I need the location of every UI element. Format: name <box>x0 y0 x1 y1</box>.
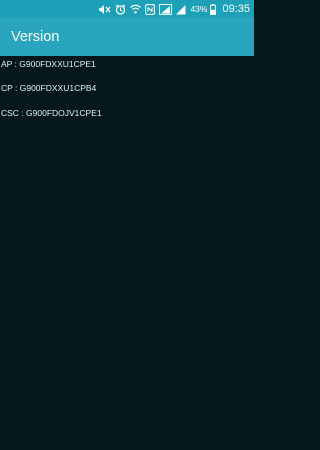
signal-icon <box>159 3 173 15</box>
nfc-icon <box>145 3 156 15</box>
cp-version: CP : G900FDXXU1CPB4 <box>1 83 97 93</box>
version-list: AP : G900FDXXU1CPE1 CP : G900FDXXU1CPB4 … <box>0 56 254 450</box>
battery-icon <box>210 3 217 15</box>
signal-icon <box>176 4 186 15</box>
status-bar: 43% 09:35 <box>0 0 254 18</box>
csc-version: CSC : G900FDOJV1CPE1 <box>1 108 102 118</box>
battery-percent: 43% <box>190 4 208 14</box>
wifi-icon <box>130 4 142 14</box>
status-icons: 43% 09:35 <box>98 0 250 18</box>
app-bar: Version <box>0 18 254 56</box>
page-title: Version <box>11 29 60 45</box>
alarm-icon <box>115 4 126 15</box>
clock: 09:35 <box>222 3 250 15</box>
mute-icon <box>98 4 111 15</box>
ap-version: AP : G900FDXXU1CPE1 <box>1 59 96 69</box>
